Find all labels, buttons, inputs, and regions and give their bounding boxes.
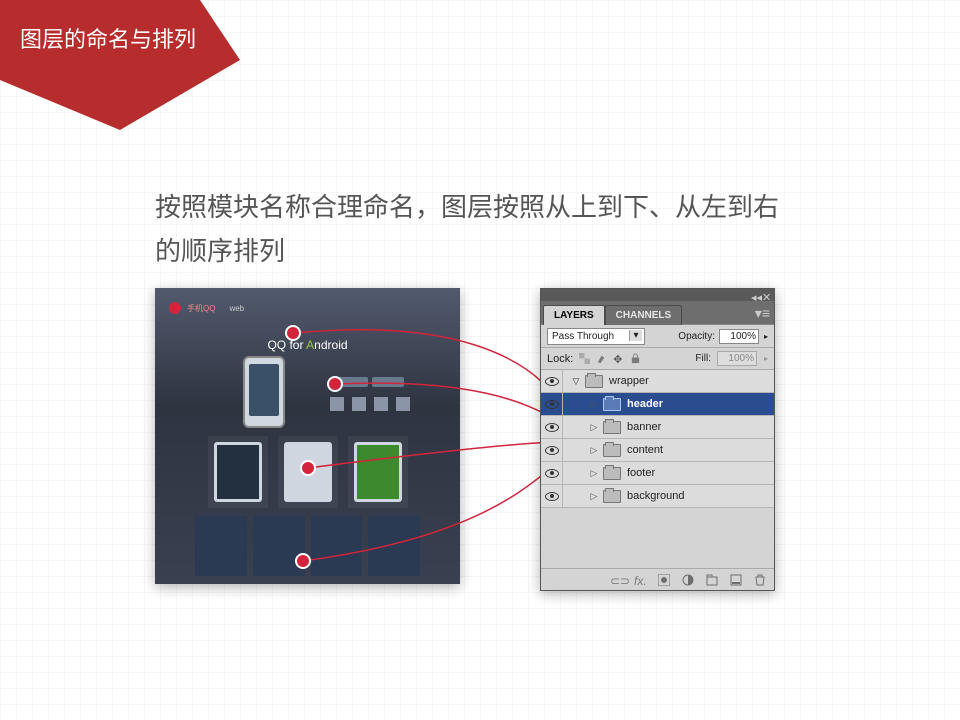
eye-icon: [545, 469, 559, 478]
cta-button: [372, 377, 404, 387]
brand-text: 手机QQ: [187, 303, 215, 314]
folder-icon: [603, 444, 621, 457]
layer-row-banner[interactable]: ▷ banner: [541, 416, 774, 439]
delete-layer-icon[interactable]: [754, 574, 766, 586]
lock-transparency-icon[interactable]: [579, 353, 590, 364]
phone-icon: [243, 356, 285, 428]
visibility-toggle[interactable]: [541, 485, 563, 507]
opacity-input[interactable]: 100%: [719, 329, 759, 344]
folder-icon: [603, 398, 621, 411]
webpage-mockup: 手机QQ web QQ for Android: [155, 288, 460, 584]
adjustment-layer-icon[interactable]: [682, 574, 694, 586]
link-layers-icon[interactable]: ⊂⊃: [610, 574, 622, 586]
callout-dot: [295, 553, 311, 569]
feature-icon: [330, 397, 344, 411]
card: [208, 436, 268, 508]
layer-rows-empty: [541, 508, 774, 568]
disclosure-triangle-icon[interactable]: ▷: [589, 445, 599, 456]
visibility-toggle[interactable]: [541, 416, 563, 438]
callout-dot: [327, 376, 343, 392]
eye-icon: [545, 377, 559, 386]
layer-row-background[interactable]: ▷ background: [541, 485, 774, 508]
new-group-icon[interactable]: [706, 574, 718, 586]
lock-label: Lock:: [547, 353, 573, 365]
figure-group: 手机QQ web QQ for Android: [155, 288, 775, 593]
tab-channels[interactable]: CHANNELS: [605, 305, 683, 325]
body-paragraph: 按照模块名称合理命名，图层按照从上到下、从左到右的顺序排列: [155, 185, 795, 273]
disclosure-triangle-icon[interactable]: ▷: [589, 491, 599, 502]
mockup-header: 手机QQ web: [169, 302, 244, 314]
layer-name: banner: [627, 421, 661, 433]
disclosure-triangle-icon[interactable]: ▷: [589, 422, 599, 433]
feature-icon: [374, 397, 388, 411]
folder-icon: [603, 467, 621, 480]
nav-link: web: [229, 304, 244, 313]
panel-menu-icon[interactable]: ▾≡: [755, 305, 770, 322]
slide-title: 图层的命名与排列: [20, 22, 196, 54]
feature-icon: [352, 397, 366, 411]
new-layer-icon[interactable]: [730, 574, 742, 586]
feature-icon: [396, 397, 410, 411]
lock-all-icon[interactable]: [630, 353, 641, 364]
thumb: [195, 516, 247, 576]
opacity-label: Opacity:: [678, 331, 715, 342]
disclosure-triangle-icon[interactable]: ▽: [571, 376, 581, 387]
layers-panel: ◂◂ ✕ LAYERS CHANNELS ▾≡ Pass Through Opa…: [540, 288, 775, 591]
eye-icon: [545, 492, 559, 501]
fill-input[interactable]: 100%: [717, 351, 757, 366]
tab-layers[interactable]: LAYERS: [543, 305, 605, 325]
callout-dot: [300, 460, 316, 476]
callout-dot: [285, 325, 301, 341]
folder-icon: [603, 421, 621, 434]
close-icon[interactable]: ✕: [762, 291, 770, 299]
layer-row-content[interactable]: ▷ content: [541, 439, 774, 462]
fill-label: Fill:: [695, 353, 711, 364]
visibility-toggle[interactable]: [541, 439, 563, 461]
layer-row-footer[interactable]: ▷ footer: [541, 462, 774, 485]
eye-icon: [545, 400, 559, 409]
layer-name: footer: [627, 467, 655, 479]
logo-dot-icon: [169, 302, 181, 314]
lock-brush-icon[interactable]: [596, 353, 607, 364]
eye-icon: [545, 423, 559, 432]
panel-tabs: LAYERS CHANNELS ▾≡: [541, 301, 774, 324]
visibility-toggle[interactable]: [541, 370, 563, 392]
panel-titlebar[interactable]: ◂◂ ✕: [541, 289, 774, 301]
layer-name: content: [627, 444, 663, 456]
folder-icon: [585, 375, 603, 388]
panel-footer: ⊂⊃ fx.: [541, 568, 774, 590]
thumb: [311, 516, 363, 576]
layer-name: wrapper: [609, 375, 649, 387]
visibility-toggle[interactable]: [541, 393, 563, 415]
layer-rows: ▽ wrapper ▷ header ▷ banner ▷ content ▷ footer ▷ ba…: [541, 370, 774, 508]
collapse-icon[interactable]: ◂◂: [751, 291, 759, 299]
layer-name: background: [627, 490, 685, 502]
layer-name: header: [627, 398, 663, 410]
layer-effects-icon[interactable]: fx.: [634, 574, 646, 586]
disclosure-triangle-icon[interactable]: ▷: [589, 468, 599, 479]
card: [348, 436, 408, 508]
chevron-right-icon[interactable]: ▸: [764, 332, 768, 341]
lock-bar: Lock: ✥ Fill: 100% ▸: [541, 348, 774, 370]
disclosure-triangle-icon[interactable]: ▷: [589, 399, 599, 410]
thumb: [368, 516, 420, 576]
hero-title: QQ for Android: [205, 338, 410, 352]
layer-mask-icon[interactable]: [658, 574, 670, 586]
chevron-right-icon[interactable]: ▸: [764, 354, 768, 363]
lock-move-icon[interactable]: ✥: [613, 353, 624, 364]
layer-row-header[interactable]: ▷ header: [541, 393, 774, 416]
layer-row-wrapper[interactable]: ▽ wrapper: [541, 370, 774, 393]
mockup-hero: QQ for Android: [205, 326, 410, 432]
blend-mode-bar: Pass Through Opacity: 100% ▸: [541, 324, 774, 348]
eye-icon: [545, 446, 559, 455]
visibility-toggle[interactable]: [541, 462, 563, 484]
folder-icon: [603, 490, 621, 503]
blend-mode-select[interactable]: Pass Through: [547, 328, 645, 345]
